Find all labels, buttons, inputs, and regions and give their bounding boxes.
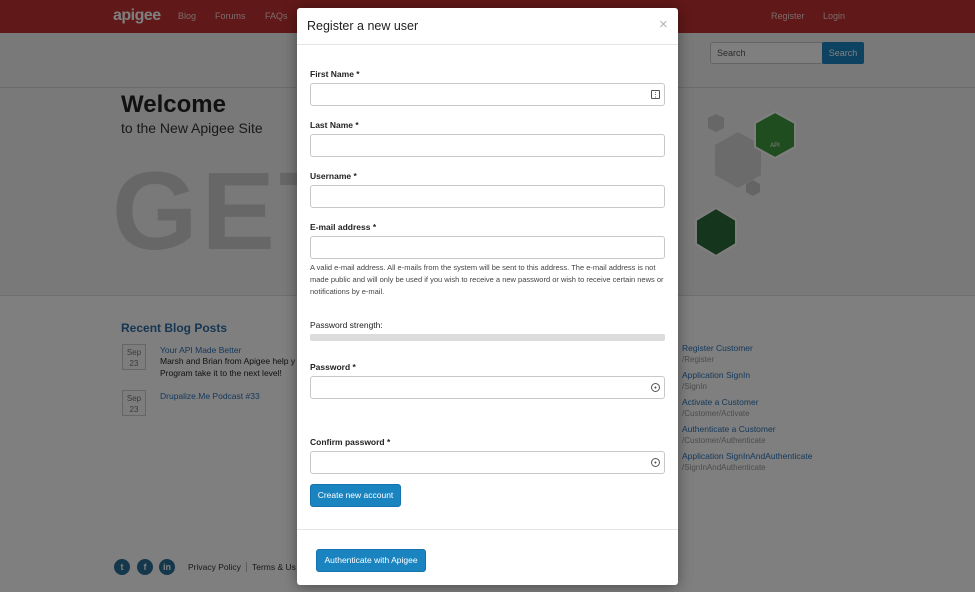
modal-title: Register a new user	[307, 19, 419, 33]
first-name-label: First Name *	[310, 69, 360, 79]
password-label: Password *	[310, 362, 356, 372]
password-strength-label: Password strength:	[310, 320, 383, 330]
modal-divider	[297, 529, 678, 530]
password-strength-bar	[310, 334, 665, 341]
last-name-field[interactable]	[310, 134, 665, 157]
key-icon[interactable]: •	[651, 383, 660, 392]
key-icon[interactable]: •	[651, 458, 660, 467]
autofill-icon[interactable]: ⋮	[651, 90, 660, 99]
confirm-password-label: Confirm password *	[310, 437, 391, 447]
first-name-field[interactable]: ⋮	[310, 83, 665, 106]
username-field[interactable]	[310, 185, 665, 208]
register-modal: Register a new user × First Name * ⋮ Las…	[297, 8, 678, 585]
create-account-button[interactable]: Create new account	[310, 484, 401, 507]
modal-header: Register a new user ×	[297, 8, 678, 45]
email-help-text: A valid e-mail address. All e-mails from…	[310, 263, 664, 296]
authenticate-apigee-button[interactable]: Authenticate with Apigee	[316, 549, 426, 572]
email-label: E-mail address *	[310, 222, 377, 232]
last-name-label: Last Name *	[310, 120, 359, 130]
email-field[interactable]	[310, 236, 665, 259]
username-label: Username *	[310, 171, 357, 181]
close-icon[interactable]: ×	[659, 16, 668, 33]
confirm-password-field[interactable]: •	[310, 451, 665, 474]
password-field[interactable]: •	[310, 376, 665, 399]
